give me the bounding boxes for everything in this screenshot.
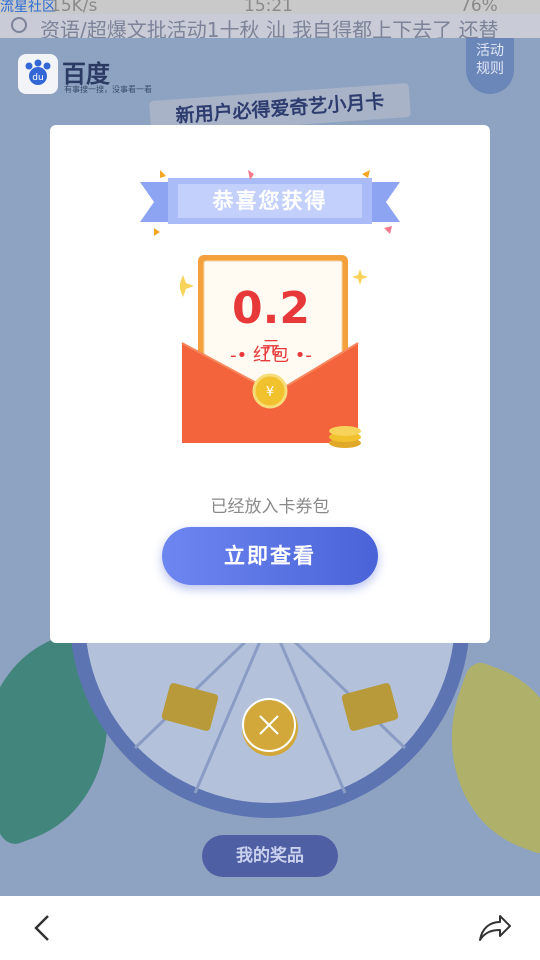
hongbao-label: 红包 (253, 345, 289, 366)
network-speed: 15K/s (50, 0, 98, 14)
amount-value: 0.2 (232, 283, 310, 334)
dialog-title: 恭喜您获得 (212, 189, 328, 213)
brand-slogan: 有事搜一搜，没事看一看 (64, 85, 152, 94)
marquee-banner: 资语/超爆文批活动1十秋 汕 我自得都上下去了 还替 (0, 14, 540, 38)
activity-rules-button[interactable]: 活动 规则 (466, 38, 514, 94)
svg-text:du: du (32, 73, 43, 83)
reward-type-label: -• 红包 •- (226, 341, 316, 367)
dash-decoration: -• (230, 345, 253, 366)
dash-decoration: •- (289, 345, 312, 366)
my-prizes-button[interactable]: 我的奖品 (202, 835, 338, 877)
close-icon[interactable] (241, 697, 297, 753)
bottom-nav-bar (0, 896, 540, 960)
clock: 15:21 (244, 0, 293, 14)
status-bar: 流星社区 15K/s 15:21 76% (0, 0, 540, 14)
back-arrow-icon[interactable] (26, 910, 62, 946)
baidu-logo-icon: du (18, 54, 58, 94)
svg-text:¥: ¥ (266, 385, 274, 400)
view-now-button[interactable]: 立即查看 (162, 527, 378, 585)
source-label: 流星社区 (0, 0, 56, 14)
reward-dialog: 恭喜您获得 ¥ 0.2元 -• 红包 •- 已经放入卡券包 立即查看 (50, 125, 490, 643)
battery-level: 76% (460, 0, 498, 14)
search-icon (11, 17, 27, 33)
share-icon[interactable] (474, 908, 514, 946)
reward-message: 已经放入卡券包 (210, 497, 330, 517)
marquee-text: 资语/超爆文批活动1十秋 汕 我自得都上下去了 还替 (40, 18, 499, 38)
